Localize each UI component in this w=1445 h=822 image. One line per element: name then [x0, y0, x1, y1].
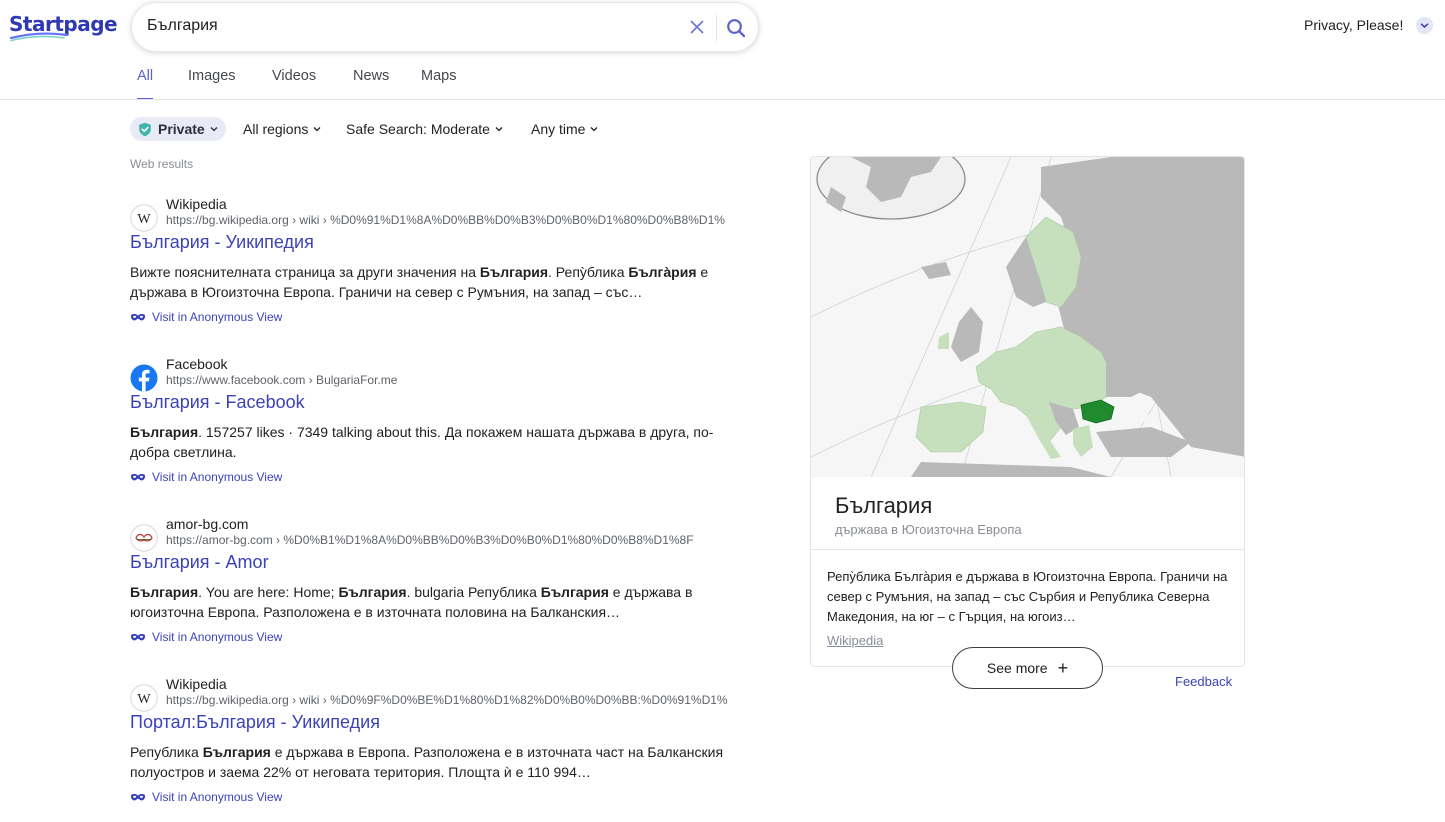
result-snippet: България. 157257 likes · 7349 talking ab… [130, 424, 714, 460]
private-filter-label: Private [158, 121, 205, 137]
wikipedia-icon: W [130, 684, 158, 712]
see-more-button[interactable]: See more + [952, 647, 1103, 689]
tab-maps[interactable]: Maps [421, 68, 456, 100]
logo-swoosh-icon [9, 32, 69, 42]
chevron-down-icon [313, 127, 321, 132]
shield-check-icon [139, 122, 151, 136]
anonymous-view-link[interactable]: Visit in Anonymous View [130, 630, 282, 644]
safe-search-filter-label: Safe Search: Moderate [346, 121, 490, 137]
result-title-link[interactable]: Портал:България - Уикипедия [130, 712, 380, 733]
time-filter-label: Any time [531, 121, 586, 137]
see-more-label: See more [986, 660, 1048, 676]
anonymous-view-link[interactable]: Visit in Anonymous View [130, 790, 282, 804]
amor-icon [130, 524, 158, 552]
web-results-label: Web results [130, 157, 194, 171]
regions-filter-label: All regions [243, 121, 309, 137]
search-icon[interactable] [724, 16, 748, 40]
knowledge-panel: България държава в Югоизточна Европа Реп… [810, 156, 1245, 667]
result-site-name: Wikipedia [166, 196, 227, 212]
header-divider [0, 99, 1445, 100]
result-title-link[interactable]: България - Facebook [130, 392, 305, 413]
chevron-down-icon [210, 127, 218, 132]
bulgaria-location-map[interactable] [811, 157, 1245, 477]
result-site-name: Wikipedia [166, 676, 227, 692]
knowledge-panel-subtitle: държава в Югоизточна Европа [835, 522, 1022, 537]
svg-text:W: W [137, 212, 151, 227]
result-url: https://www.facebook.com › BulgariaFor.m… [166, 373, 398, 387]
chevron-down-icon [495, 127, 503, 132]
anonymous-view-link[interactable]: Visit in Anonymous View [130, 470, 282, 484]
startpage-logo[interactable]: Startpage [9, 12, 118, 42]
anonymous-view-link[interactable]: Visit in Anonymous View [130, 310, 282, 324]
facebook-icon [130, 364, 158, 392]
regions-filter-button[interactable]: All regions [243, 117, 322, 141]
search-box [131, 2, 759, 52]
result-url: https://bg.wikipedia.org › wiki › %D0%9F… [166, 693, 728, 707]
wikipedia-icon: W [130, 204, 158, 232]
search-divider [716, 15, 717, 41]
mask-icon [130, 313, 146, 320]
clear-icon[interactable] [687, 17, 707, 37]
chevron-down-icon [591, 127, 598, 132]
tab-news[interactable]: News [353, 68, 389, 100]
tab-images[interactable]: Images [188, 68, 236, 100]
tab-videos[interactable]: Videos [272, 68, 316, 100]
tab-all[interactable]: All [137, 68, 154, 100]
knowledge-panel-divider [811, 549, 1244, 550]
result-title-link[interactable]: България - Уикипедия [130, 232, 314, 253]
mask-icon [130, 473, 146, 480]
time-filter-button[interactable]: Any time [531, 117, 599, 141]
knowledge-panel-description: Репу̀блика Бълга̀рия е държава в Югоизто… [827, 569, 1228, 624]
safe-search-filter-button[interactable]: Safe Search: Moderate [346, 117, 504, 141]
result-title-link[interactable]: България - Amor [130, 552, 269, 573]
feedback-link[interactable]: Feedback [1175, 674, 1232, 689]
search-input[interactable] [147, 17, 667, 35]
result-snippet: Република България е държава в Европа. Р… [130, 744, 724, 780]
anonymous-view-label: Visit in Anonymous View [152, 630, 283, 644]
mask-icon [130, 793, 146, 800]
result-site-name: Facebook [166, 356, 228, 372]
result-url: https://bg.wikipedia.org › wiki › %D0%91… [166, 213, 725, 227]
anonymous-view-label: Visit in Anonymous View [152, 310, 283, 324]
knowledge-panel-source-link[interactable]: Wikipedia [827, 633, 883, 648]
chevron-down-icon[interactable] [1416, 17, 1433, 34]
svg-text:W: W [137, 692, 151, 707]
knowledge-panel-title: България [835, 493, 933, 518]
anonymous-view-label: Visit in Anonymous View [152, 790, 283, 804]
privacy-menu-label[interactable]: Privacy, Please! [1304, 17, 1403, 33]
result-url: https://amor-bg.com › %D0%B1%D1%8A%D0%BB… [166, 533, 694, 547]
plus-icon: + [1057, 658, 1069, 678]
anonymous-view-label: Visit in Anonymous View [152, 470, 283, 484]
result-snippet: Вижте пояснителната страница за други зн… [130, 264, 709, 300]
result-snippet: България. You are here: Home; България. … [130, 584, 693, 620]
mask-icon [130, 633, 146, 640]
result-site-name: amor-bg.com [166, 516, 249, 532]
private-filter-button[interactable]: Private [130, 117, 226, 141]
